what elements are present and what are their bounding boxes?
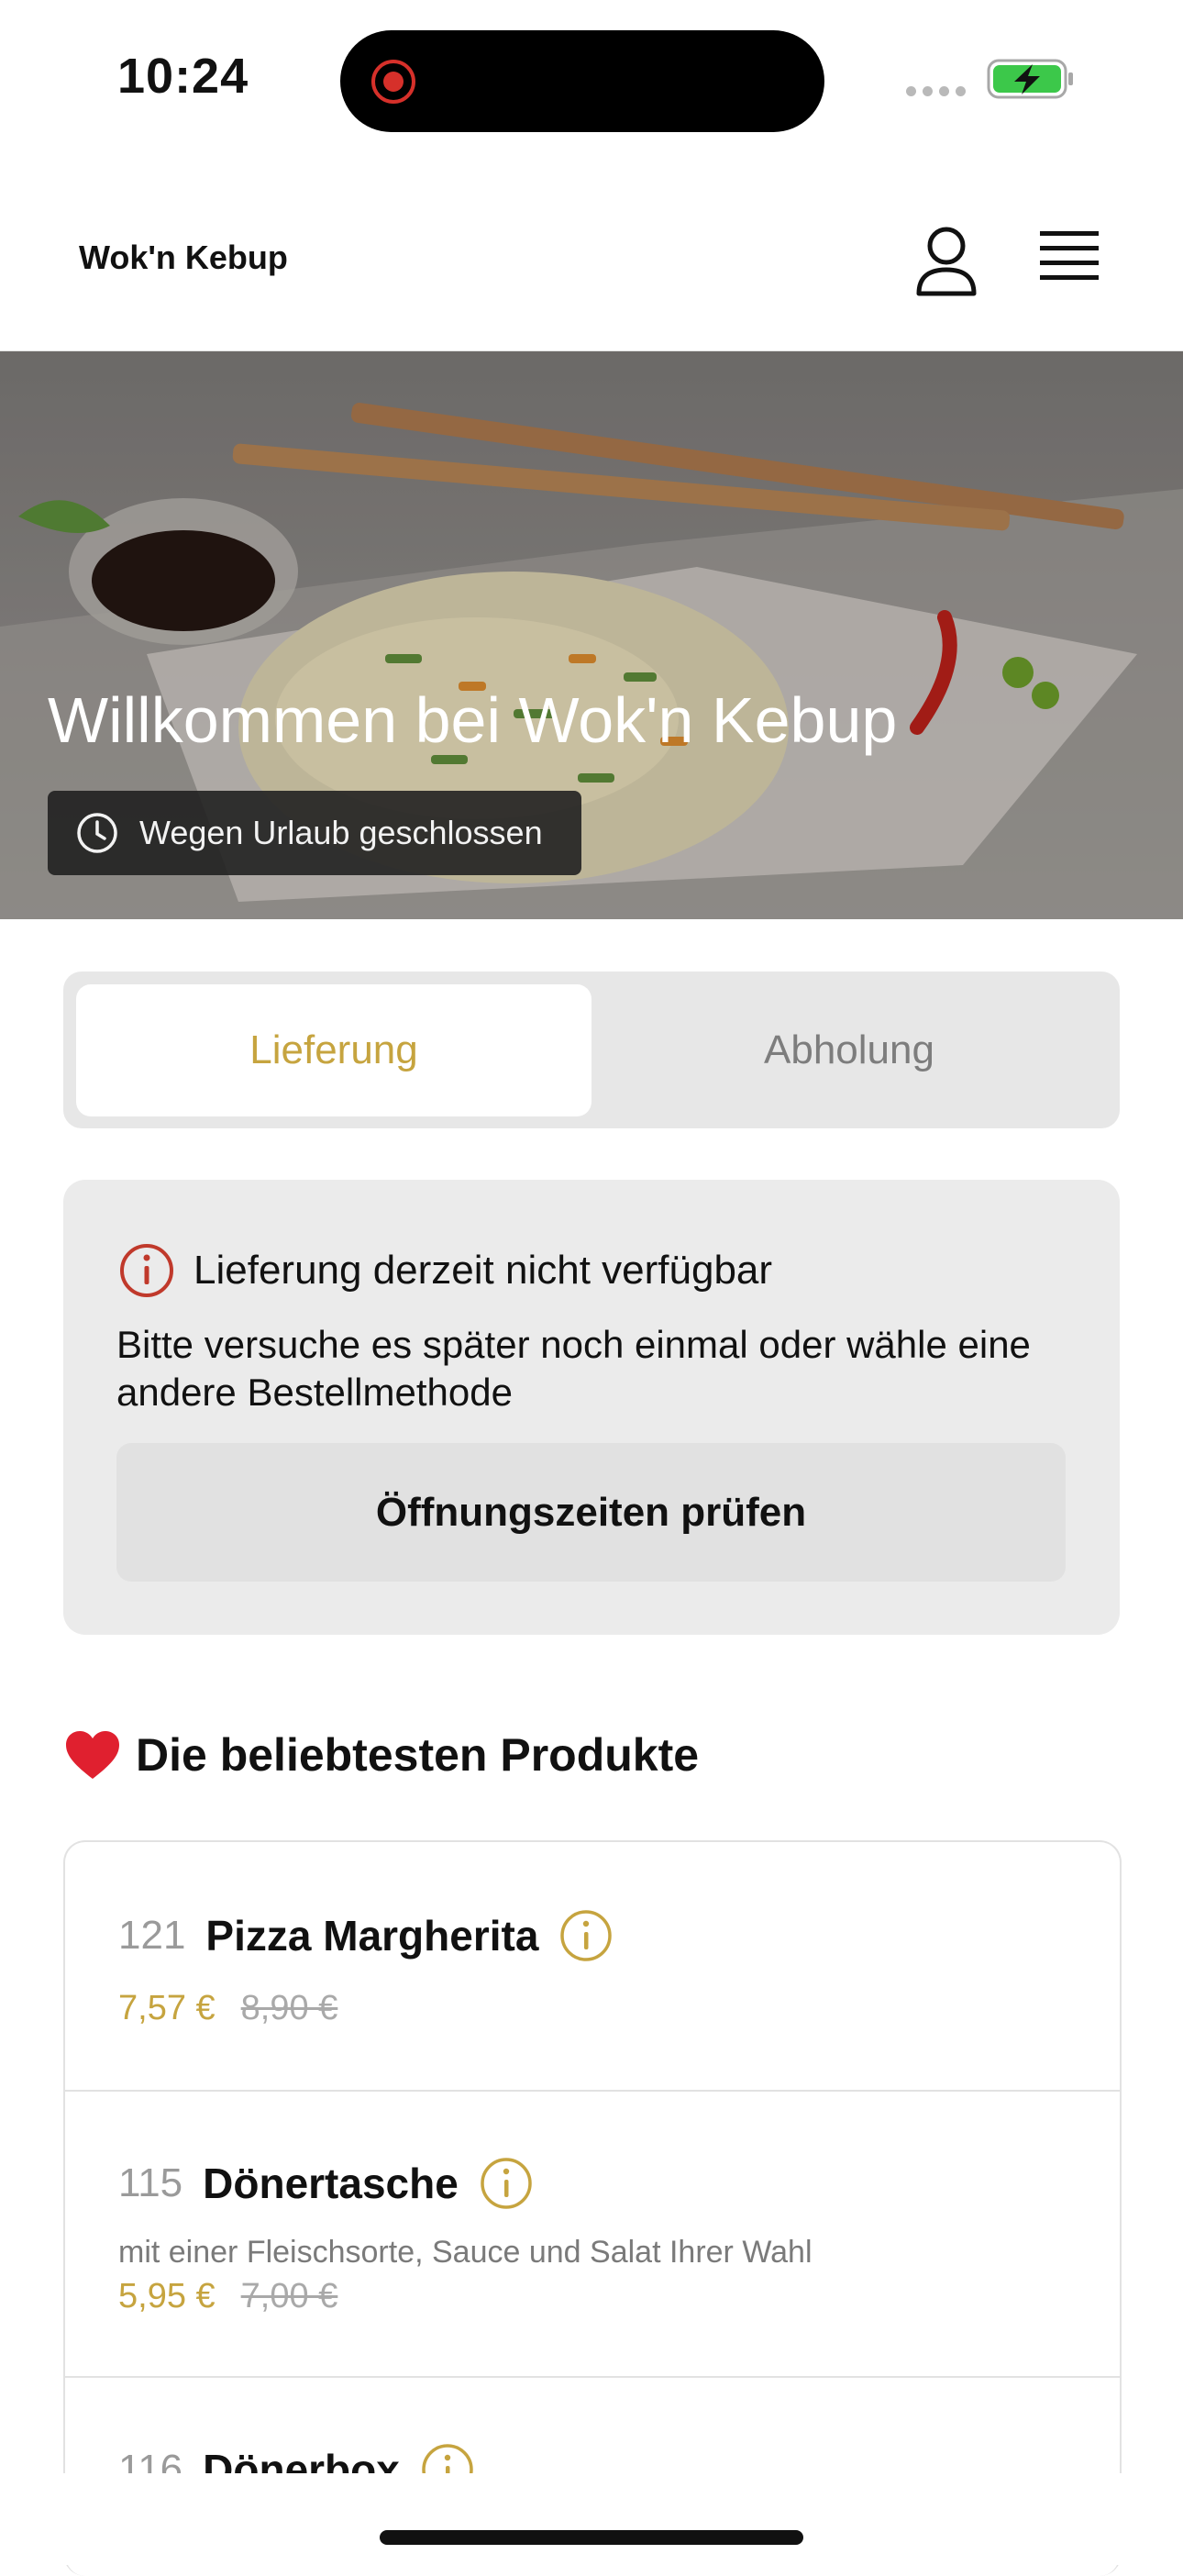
user-account-icon[interactable] (913, 224, 979, 297)
check-opening-hours-button[interactable]: Öffnungszeiten prüfen (116, 1443, 1066, 1582)
order-mode-toggle: Lieferung Abholung (63, 972, 1120, 1128)
popular-products-list: 121 Pizza Margherita 7,57 € 8,90 € 115 D… (63, 1840, 1122, 2576)
delivery-unavailable-notice: Lieferung derzeit nicht verfügbar Bitte … (63, 1180, 1120, 1635)
status-bar: 10:24 (0, 0, 1183, 156)
heart-icon (66, 1731, 119, 1779)
item-old-price: 7,00 € (240, 2277, 338, 2315)
item-prices: 7,57 € 8,90 € (118, 1989, 337, 2028)
item-price: 7,57 € (118, 1989, 216, 2027)
info-icon[interactable] (479, 2156, 534, 2211)
item-name: Pizza Margherita (205, 1912, 539, 1960)
item-description: mit einer Fleischsorte, Sauce und Salat … (118, 2235, 813, 2270)
item-header: 121 Pizza Margherita (118, 1908, 614, 1963)
app-header: Wok'n Kebup (0, 156, 1183, 352)
battery-charging-icon (987, 59, 1073, 99)
notice-header: Lieferung derzeit nicht verfügbar (118, 1242, 772, 1299)
notice-body: Bitte versuche es später noch einmal ode… (116, 1323, 1031, 1414)
recording-icon (371, 60, 415, 104)
item-old-price: 8,90 € (240, 1989, 338, 2027)
item-price: 5,95 € (118, 2277, 216, 2315)
signal-icon (906, 84, 972, 101)
home-indicator[interactable] (380, 2530, 803, 2545)
status-time: 10:24 (117, 49, 249, 104)
alert-info-icon (120, 1244, 173, 1297)
item-number: 121 (118, 1913, 186, 1958)
item-number: 115 (118, 2160, 183, 2205)
status-badge: Wegen Urlaub geschlossen (48, 791, 581, 875)
tab-delivery[interactable]: Lieferung (76, 984, 592, 1116)
dynamic-island (340, 30, 824, 132)
tab-pickup[interactable]: Abholung (592, 984, 1107, 1116)
list-item[interactable]: 121 Pizza Margherita 7,57 € 8,90 € (65, 1842, 1120, 2092)
popular-title-text: Die beliebtesten Produkte (136, 1729, 700, 1781)
item-header: 115 Dönertasche (118, 2156, 534, 2211)
item-prices: 5,95 € 7,00 € (118, 2277, 337, 2316)
clock-icon (77, 813, 117, 853)
welcome-title: Willkommen bei Wok'n Kebup (48, 684, 898, 756)
bottom-safe-area (0, 2473, 1183, 2565)
brand-name[interactable]: Wok'n Kebup (79, 239, 288, 277)
info-icon[interactable] (558, 1908, 614, 1963)
hamburger-menu-icon[interactable] (1036, 228, 1102, 288)
notice-title: Lieferung derzeit nicht verfügbar (193, 1248, 773, 1293)
status-badge-label: Wegen Urlaub geschlossen (139, 814, 543, 851)
popular-products-heading: Die beliebtesten Produkte (64, 1728, 699, 1782)
hero-banner: Willkommen bei Wok'n Kebup Wegen Urlaub … (0, 351, 1183, 919)
item-name: Dönertasche (203, 2160, 459, 2207)
list-item[interactable]: 115 Dönertasche mit einer Fleischsorte, … (65, 2090, 1120, 2378)
